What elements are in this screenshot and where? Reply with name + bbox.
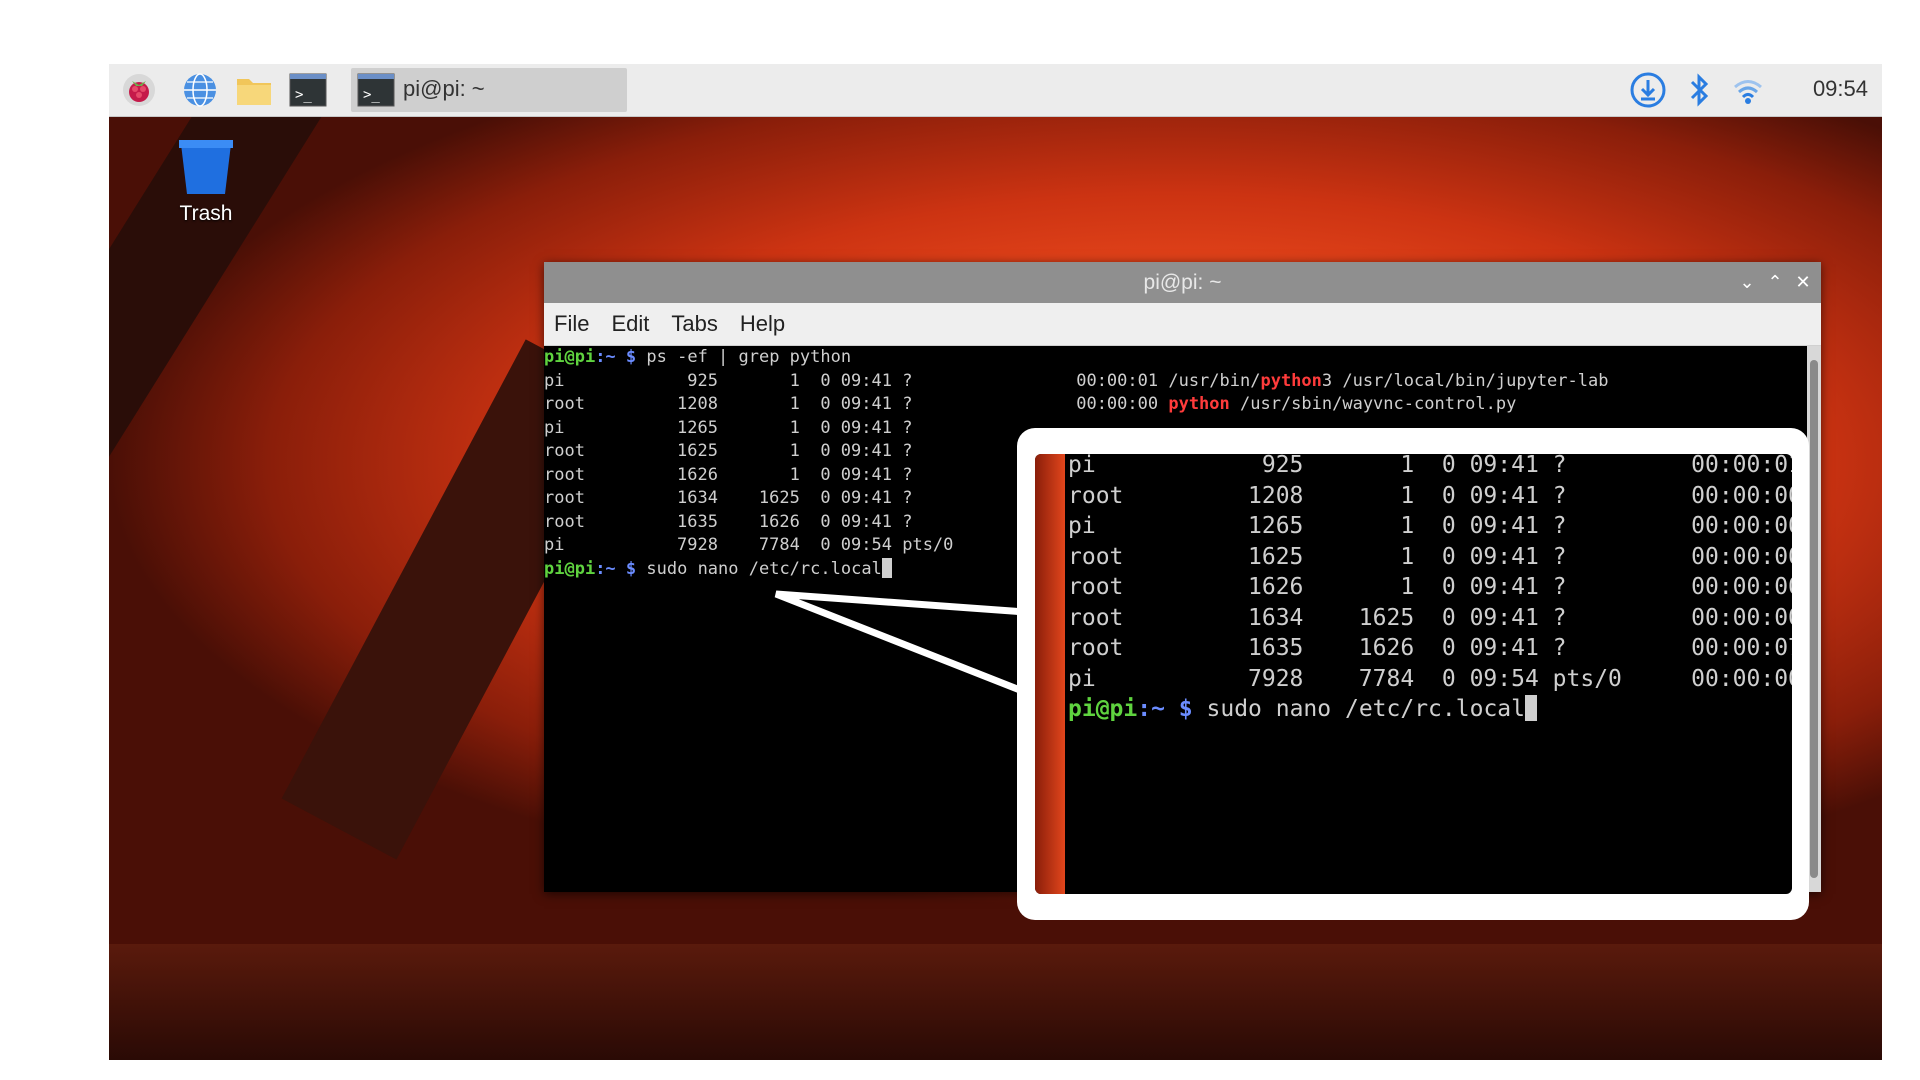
zoom-terminal-output: pi 925 1 0 09:41 ? 00:00:01 root 1208 1 0… (1068, 454, 1792, 725)
prompt-path: :~ (1137, 696, 1165, 722)
zoom-ps-time: 00:00:07 (1691, 635, 1792, 661)
zoom-ps-time: 00:00:00 (1691, 482, 1792, 509)
zoom-ps-row: root 1208 1 0 09:41 ? 00:00:00 (1068, 481, 1792, 512)
zoom-ps-time: 00:00:01 (1691, 454, 1792, 478)
zoom-ps-row: pi 925 1 0 09:41 ? 00:00:01 (1068, 454, 1792, 481)
zoom-ps-time: 00:00:00 (1691, 574, 1792, 600)
zoom-ps-cols: pi 1265 1 0 09:41 ? (1068, 513, 1692, 539)
zoom-ps-row: root 1625 1 0 09:41 ? 00:00:00 (1068, 542, 1792, 573)
prompt-symbol: $ (1164, 696, 1193, 722)
zoom-ps-cols: root 1634 1625 0 09:41 ? (1068, 604, 1692, 631)
terminal-line: pi@pi:~ $ sudo nano /etc/rc.local (1068, 694, 1792, 725)
zoom-ps-cols: pi 925 1 0 09:41 ? (1068, 454, 1692, 478)
text-cursor (1525, 695, 1537, 721)
zoom-ps-row: root 1635 1626 0 09:41 ? 00:00:07 (1068, 633, 1792, 664)
zoom-ps-time: 00:00:00 (1691, 543, 1792, 570)
zoom-ps-row: root 1634 1625 0 09:41 ? 00:00:00 (1068, 603, 1792, 634)
zoom-ps-row: pi 1265 1 0 09:41 ? 00:00:00 (1068, 511, 1792, 542)
command-text: sudo nano /etc/rc.local (1192, 696, 1526, 722)
zoom-callout-terminal: pi 925 1 0 09:41 ? 00:00:01 root 1208 1 0… (1035, 454, 1792, 894)
zoom-wallpaper-edge (1035, 454, 1065, 894)
zoom-ps-time: 00:00:00 (1691, 513, 1792, 539)
zoom-ps-row: pi 7928 7784 0 09:54 pts/0 00:00:00 (1068, 664, 1792, 695)
zoom-ps-time: 00:00:00 (1691, 665, 1792, 692)
zoom-ps-row: root 1626 1 0 09:41 ? 00:00:00 (1068, 572, 1792, 603)
zoom-ps-time: 00:00:00 (1691, 604, 1792, 631)
zoom-ps-cols: root 1208 1 0 09:41 ? (1068, 482, 1692, 509)
zoom-ps-cols: root 1626 1 0 09:41 ? (1068, 574, 1692, 600)
prompt-user: pi@pi (1068, 696, 1138, 722)
zoom-ps-cols: pi 7928 7784 0 09:54 pts/0 (1068, 665, 1692, 692)
zoom-ps-cols: root 1635 1626 0 09:41 ? (1068, 635, 1692, 661)
zoom-ps-cols: root 1625 1 0 09:41 ? (1068, 543, 1692, 570)
zoom-callout: pi 925 1 0 09:41 ? 00:00:01 root 1208 1 0… (1017, 428, 1809, 920)
